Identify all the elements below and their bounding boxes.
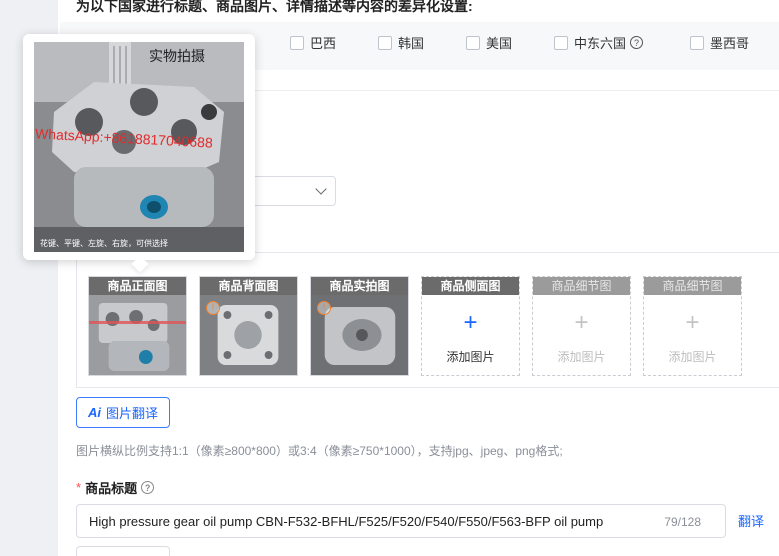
plus-icon: + bbox=[463, 309, 478, 336]
country-label: 美国 bbox=[486, 36, 513, 51]
add-image-label: 添加图片 bbox=[446, 350, 495, 364]
help-icon[interactable]: ? bbox=[630, 36, 644, 49]
country-option-brazil[interactable]: 巴西 bbox=[290, 33, 336, 52]
country-label: 韩国 bbox=[398, 36, 425, 51]
slot-label: 商品细节图 bbox=[533, 277, 630, 295]
image-slot-detail-2[interactable]: 商品细节图 + 添加图片 bbox=[643, 276, 742, 376]
slot-label: 商品背面图 bbox=[200, 277, 297, 295]
checkbox[interactable] bbox=[378, 35, 392, 50]
plus-icon: + bbox=[685, 309, 700, 336]
slot-label: 商品细节图 bbox=[644, 277, 741, 295]
add-image-label: 添加图片 bbox=[668, 350, 717, 364]
country-label: 墨西哥 bbox=[710, 36, 750, 51]
input-value: High pressure gear oil pump CBN-F532-BFH… bbox=[89, 514, 604, 529]
image-slot-real-shot[interactable]: 商品实拍图 ! bbox=[310, 276, 409, 376]
warning-icon[interactable]: ! bbox=[317, 301, 331, 315]
checkbox[interactable] bbox=[690, 35, 704, 50]
product-photo-thumbnail[interactable] bbox=[89, 295, 186, 376]
popup-bottom-text: 花键、平键、左旋、右旋，可供选择 bbox=[40, 239, 168, 248]
image-slot-front[interactable]: 商品正面图 bbox=[88, 276, 187, 376]
plus-icon: + bbox=[574, 309, 589, 336]
checkbox[interactable] bbox=[554, 35, 568, 50]
slot-label: 商品侧面图 bbox=[422, 277, 519, 295]
popup-caption: 实物拍摄 bbox=[149, 48, 205, 64]
secondary-button[interactable] bbox=[76, 546, 170, 556]
country-option-usa[interactable]: 美国 bbox=[466, 33, 512, 52]
translate-link[interactable]: 翻译 bbox=[738, 511, 764, 530]
required-mark: * bbox=[76, 480, 82, 495]
char-counter: 79/128 bbox=[664, 515, 701, 529]
help-icon[interactable]: ? bbox=[141, 481, 155, 494]
warning-icon[interactable]: ! bbox=[206, 301, 220, 315]
country-option-middle-east[interactable]: 中东六国 ? bbox=[554, 33, 644, 52]
label-text: 商品标题 bbox=[85, 481, 138, 496]
product-title-label: * 商品标题 ? bbox=[76, 478, 155, 497]
checkbox[interactable] bbox=[466, 35, 480, 50]
section-heading: 为以下国家进行标题、商品图片、详情描述等内容的差异化设置: bbox=[76, 0, 473, 14]
slot-label: 商品实拍图 bbox=[311, 277, 408, 295]
image-format-hint: 图片横纵比例支持1:1（像素≥800*800）或3:4（像素≥750*1000）… bbox=[76, 444, 563, 458]
image-slot-side[interactable]: 商品侧面图 + 添加图片 bbox=[421, 276, 520, 376]
add-image-label: 添加图片 bbox=[557, 350, 606, 364]
image-slot-detail-1[interactable]: 商品细节图 + 添加图片 bbox=[532, 276, 631, 376]
country-label: 巴西 bbox=[310, 36, 337, 51]
checkbox[interactable] bbox=[290, 35, 304, 50]
chevron-down-icon bbox=[315, 183, 327, 195]
image-slot-back[interactable]: 商品背面图 ! bbox=[199, 276, 298, 376]
country-label: 中东六国 bbox=[574, 36, 627, 51]
product-title-input[interactable]: High pressure gear oil pump CBN-F532-BFH… bbox=[76, 504, 726, 538]
country-option-mexico[interactable]: 墨西哥 bbox=[690, 33, 749, 52]
ai-icon: Ai bbox=[87, 405, 101, 420]
country-option-korea[interactable]: 韩国 bbox=[378, 33, 424, 52]
slot-label: 商品正面图 bbox=[89, 277, 186, 295]
button-label: 图片翻译 bbox=[105, 406, 158, 421]
image-translate-button[interactable]: Ai 图片翻译 bbox=[76, 397, 170, 428]
image-preview-popup: 实物拍摄 WhatsApp:+8618817040688 花键、平键、左旋、右旋… bbox=[23, 34, 255, 260]
